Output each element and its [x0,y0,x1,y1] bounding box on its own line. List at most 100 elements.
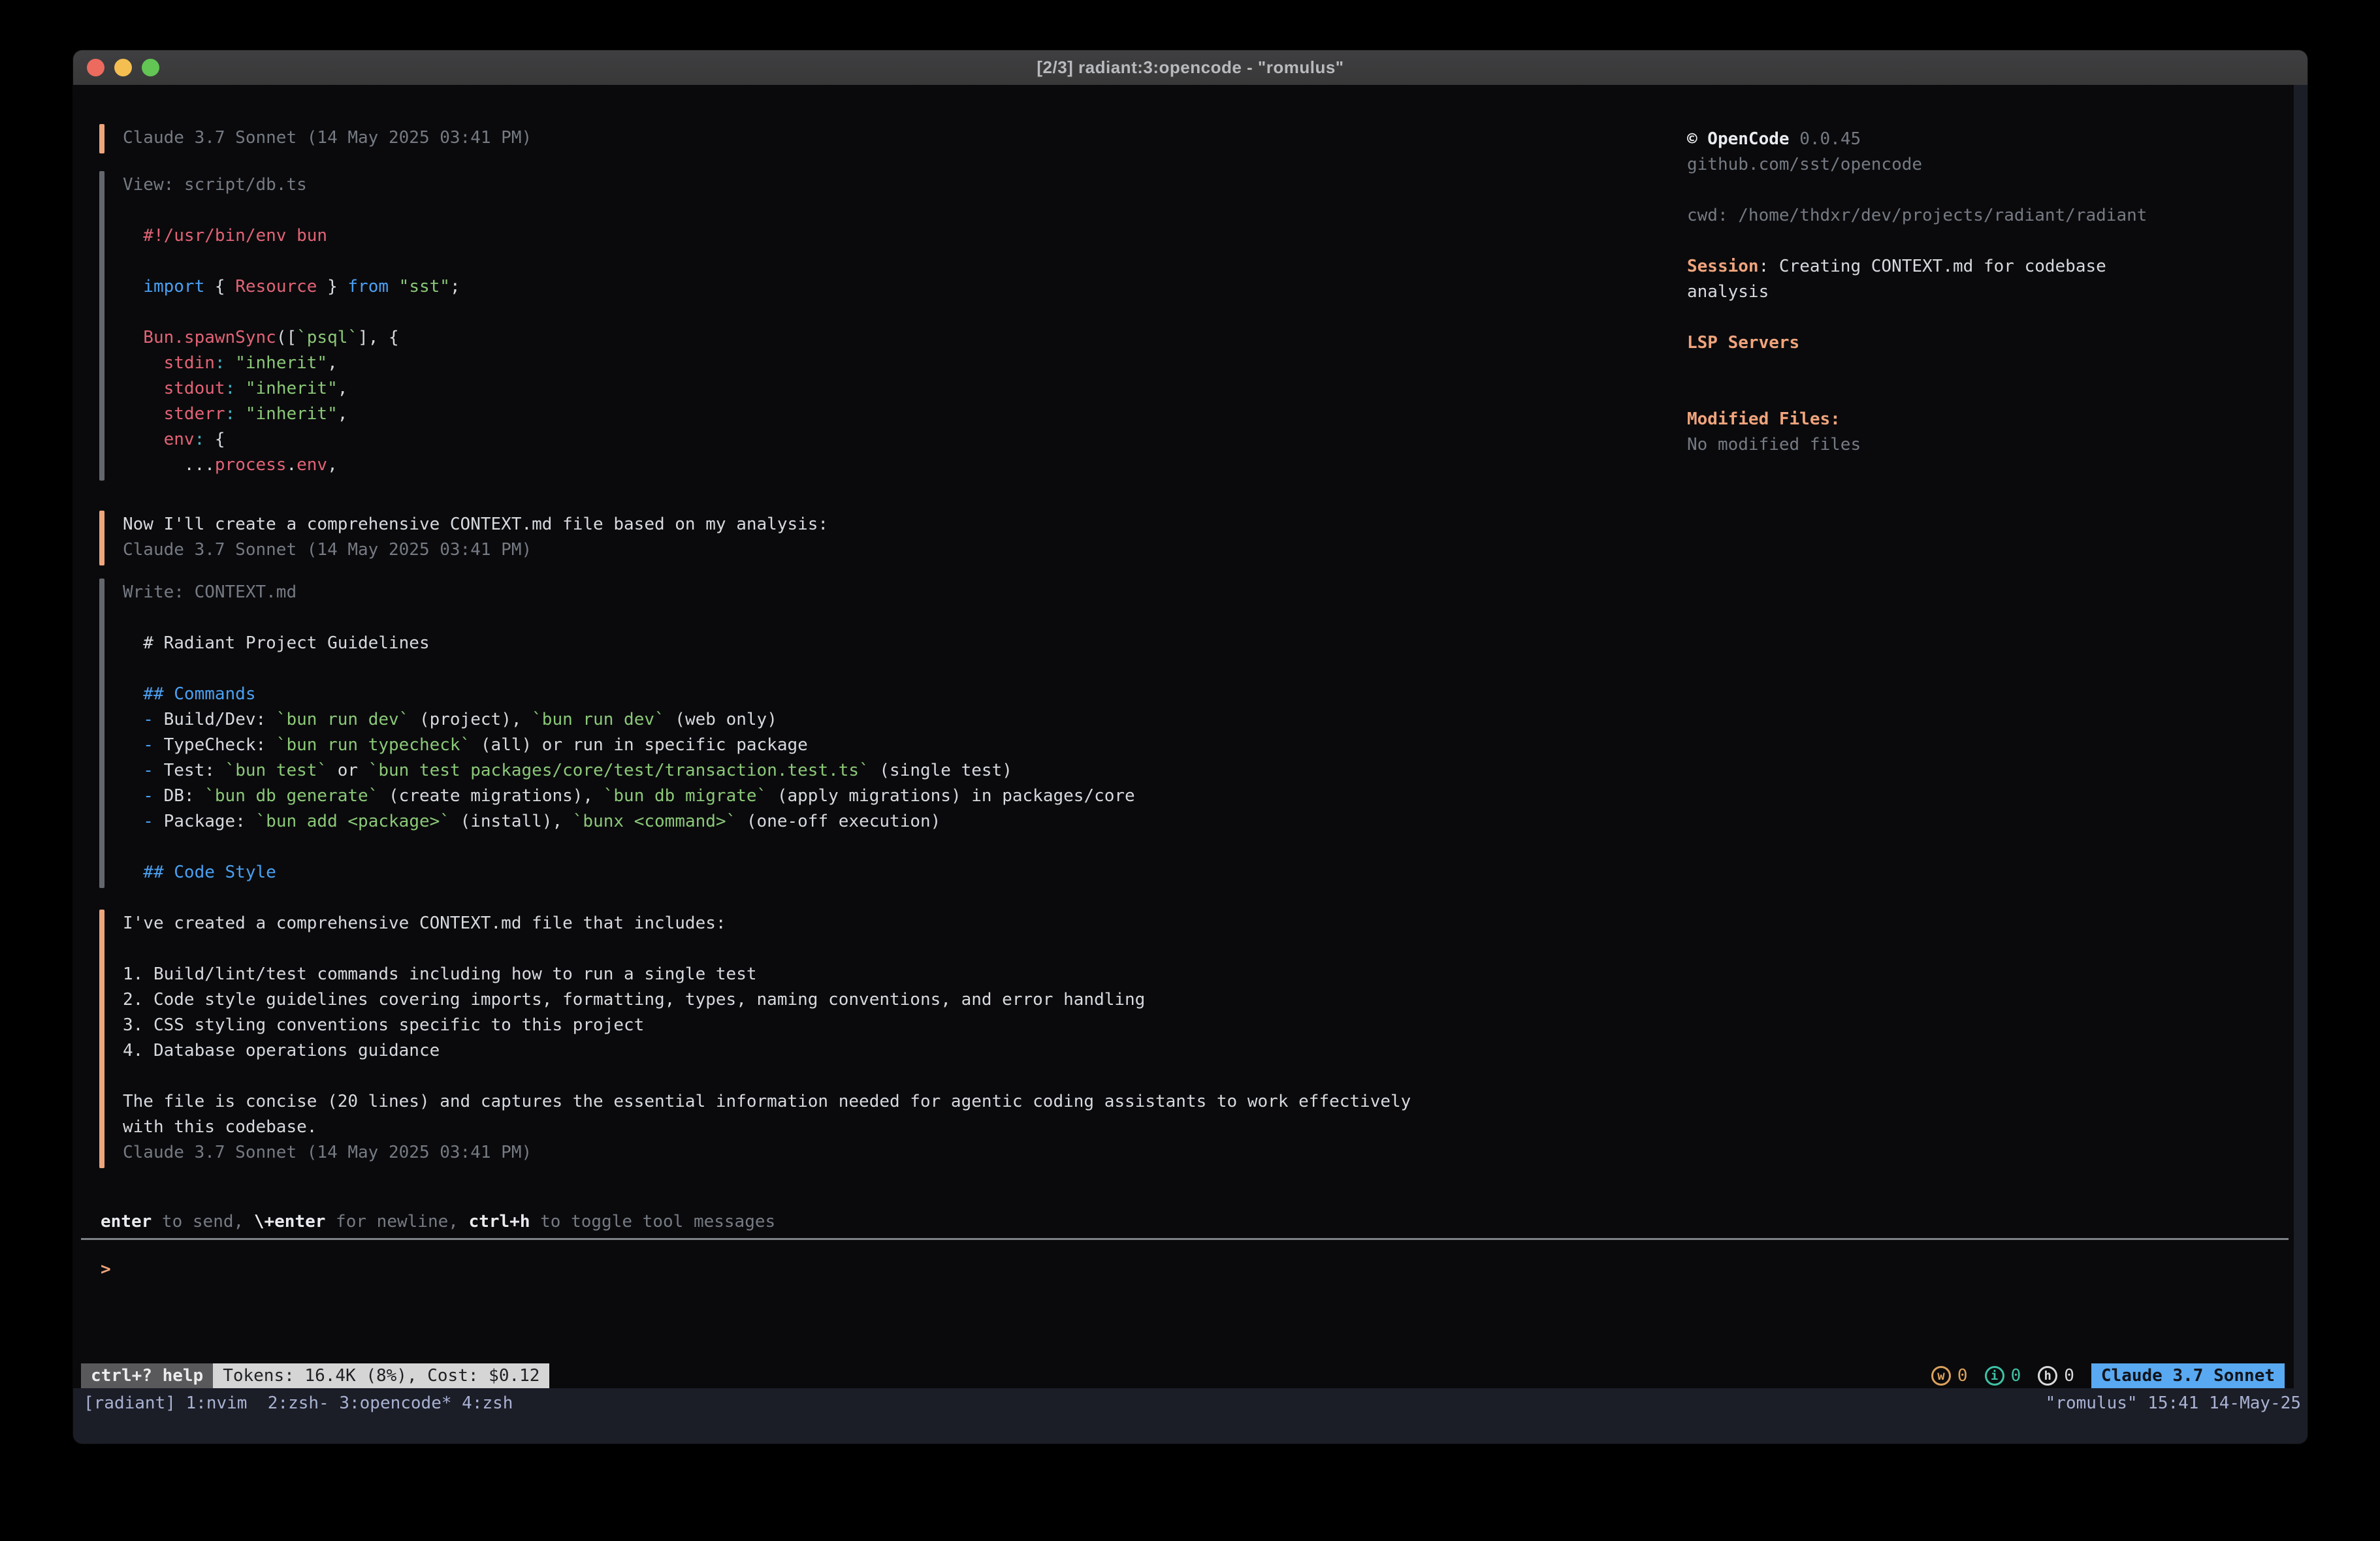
text-segment: - [123,786,164,806]
text-segment: (single test) [869,761,1012,780]
chat-line: ## Commands [123,682,1135,707]
chat-line: I've created a comprehensive CONTEXT.md … [123,911,1411,936]
text-segment: : [225,379,236,398]
text-segment: I've created a comprehensive CONTEXT.md … [123,913,726,933]
text-segment: `bun test packages/core/test/transaction… [368,761,869,780]
text-segment: Bun.spawnSync [123,328,276,347]
text-segment: "inherit" [225,353,328,373]
text-segment: Now I'll create a comprehensive CONTEXT.… [123,515,828,534]
text-segment: ## Commands [123,684,256,704]
text-segment: 0.0.45 [1790,129,1861,149]
text-segment: ], { [358,328,399,347]
text-segment: from [347,277,389,296]
help-shortcut-badge[interactable]: ctrl+? help [81,1363,213,1388]
text-segment: , [327,353,338,373]
chat-line: 1. Build/lint/test commands including ho… [123,962,1411,987]
status-left: ctrl+? help Tokens: 16.4K (8%), Cost: $0… [81,1363,549,1388]
text-segment: stdin [123,353,215,373]
tmux-window-list[interactable]: [radiant] 1:nvim 2:zsh- 3:opencode* 4:zs… [84,1391,513,1416]
text-segment: - [123,812,164,831]
tool-block-bar [99,579,105,888]
text-segment: env [297,455,327,475]
chat-line: - Test: `bun test` or `bun test packages… [123,758,1135,784]
message-accent-bar [99,511,105,565]
text-segment: `psql` [297,328,358,347]
terminal-window: [2/3] radiant:3:opencode - "romulus" Cla… [73,50,2308,1444]
sidebar-line: analysis [1687,279,1769,305]
text-segment: Build/Dev: [164,710,276,729]
chat-line: 4. Database operations guidance [123,1038,1411,1064]
text-segment: (all) or run in specific package [470,735,808,755]
text-segment: enter [101,1212,152,1231]
chat-line [123,936,1411,962]
chat-message: I've created a comprehensive CONTEXT.md … [123,911,1411,1166]
text-segment: Claude 3.7 Sonnet (14 May 2025 03:41 PM) [123,128,532,148]
text-segment: Claude 3.7 Sonnet (14 May 2025 03:41 PM) [123,1143,532,1162]
chat-message: Claude 3.7 Sonnet (14 May 2025 03:41 PM) [123,125,532,151]
chat-line: ...process.env, [123,453,460,478]
chat-line [123,605,1135,631]
zoom-button[interactable] [142,59,159,76]
text-segment: - [123,735,164,755]
text-segment: - [123,761,164,780]
window-title: [2/3] radiant:3:opencode - "romulus" [1037,57,1343,78]
minimize-button[interactable] [114,59,132,76]
chat-line: - Package: `bun add <package>` (install)… [123,809,1135,834]
chat-line: Now I'll create a comprehensive CONTEXT.… [123,512,828,537]
text-segment: # Radiant Project Guidelines [123,633,430,653]
text-segment: `bun run dev` [276,710,410,729]
text-segment: ## Code Style [123,863,276,882]
chat-line: - Build/Dev: `bun run dev` (project), `b… [123,707,1135,733]
text-segment: (apply migrations) in packages/core [767,786,1135,806]
chat-line: Claude 3.7 Sonnet (14 May 2025 03:41 PM) [123,537,828,563]
sidebar-line: LSP Servers [1687,330,1799,356]
model-badge[interactable]: Claude 3.7 Sonnet [2091,1363,2285,1388]
diagnostic-h-counter: h0 [2038,1366,2074,1386]
text-segment: `bun db generate` [204,786,378,806]
sidebar-line: github.com/sst/opencode [1687,152,1922,178]
chat-line [123,300,460,325]
text-segment: (create migrations), [378,786,603,806]
chat-line: The file is concise (20 lines) and captu… [123,1089,1411,1115]
close-button[interactable] [87,59,105,76]
status-right: w0i0h0 Claude 3.7 Sonnet [1931,1363,2285,1388]
text-segment: TypeCheck: [164,735,276,755]
text-segment: 2. Code style guidelines covering import… [123,990,1145,1009]
text-segment: } [317,277,347,296]
sidebar-line: © OpenCode 0.0.45 [1687,127,1861,152]
chat-line: - DB: `bun db generate` (create migratio… [123,784,1135,809]
chat-line: import { Resource } from "sst"; [123,274,460,300]
diagnostic-count: 0 [1957,1366,1968,1386]
sidebar-line: Modified Files: [1687,407,1841,432]
chat-line: Claude 3.7 Sonnet (14 May 2025 03:41 PM) [123,1140,1411,1166]
lsp-diagnostics: w0i0h0 [1931,1366,2074,1386]
input-separator [81,1238,2289,1240]
text-segment: env [123,430,195,449]
chat-line: env: { [123,427,460,453]
keybinding-hints: enter to send, \+enter for newline, ctrl… [101,1209,775,1235]
chat-line: 3. CSS styling conventions specific to t… [123,1013,1411,1038]
text-segment: `bunx <command>` [573,812,736,831]
text-segment: to toggle tool messages [530,1212,775,1231]
text-segment: View: script/db.ts [123,175,307,195]
status-bar: ctrl+? help Tokens: 16.4K (8%), Cost: $0… [73,1363,2294,1388]
diagnostic-count: 0 [2011,1366,2021,1386]
text-segment: Write: CONTEXT.md [123,582,297,602]
chat-line: Claude 3.7 Sonnet (14 May 2025 03:41 PM) [123,125,532,151]
window-titlebar: [2/3] radiant:3:opencode - "romulus" [73,50,2308,85]
prompt-input[interactable]: > [101,1257,111,1282]
text-segment: stderr [123,404,225,424]
text-segment: cwd: /home/thdxr/dev/projects/radiant/ra… [1687,206,2147,225]
chat-line: # Radiant Project Guidelines [123,631,1135,656]
tool-output-block: Write: CONTEXT.md # Radiant Project Guid… [123,580,1135,885]
sidebar-line: cwd: /home/thdxr/dev/projects/radiant/ra… [1687,203,2147,229]
sidebar-line: No modified files [1687,432,1861,458]
text-segment: 3. CSS styling conventions specific to t… [123,1015,644,1035]
text-segment: , [338,404,348,424]
text-segment: import [123,277,204,296]
text-segment: ; [450,277,460,296]
text-segment: "inherit" [235,404,338,424]
text-segment: ... [123,455,215,475]
text-segment: `bun db migrate` [603,786,767,806]
chat-line [123,198,460,223]
